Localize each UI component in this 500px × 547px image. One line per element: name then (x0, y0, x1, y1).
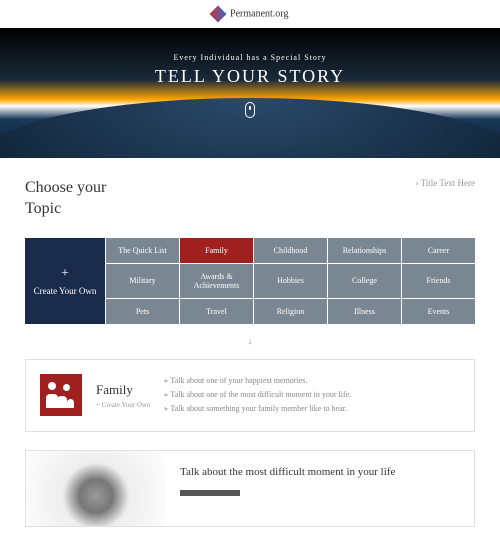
site-header: Permanent.org (0, 0, 500, 28)
create-your-own-button[interactable]: + Create Your Own (25, 238, 105, 324)
topic-travel[interactable]: Travel (180, 299, 253, 324)
topic-pets[interactable]: Pets (106, 299, 179, 324)
progress-bar (180, 490, 240, 496)
topic-friends[interactable]: Friends (402, 264, 475, 298)
topic-create-link[interactable]: + Create Your Own (96, 401, 151, 409)
main-content: Choose your Topic › Title Text Here + Cr… (0, 158, 500, 547)
topic-career[interactable]: Career (402, 238, 475, 263)
prompt-item[interactable]: Talk about one of the most difficult mom… (165, 388, 461, 402)
topic-family[interactable]: Family (180, 238, 253, 263)
topic-grid: + Create Your Own The Quick List Family … (25, 238, 475, 324)
topic-illness[interactable]: Illness (328, 299, 401, 324)
section-heading: Choose your Topic (25, 178, 106, 220)
topic-relationships[interactable]: Relationships (328, 238, 401, 263)
topic-military[interactable]: Military (106, 264, 179, 298)
hero-title: TELL YOUR STORY (0, 66, 500, 87)
topic-college[interactable]: College (328, 264, 401, 298)
brand-name[interactable]: Permanent.org (230, 8, 288, 19)
article-card[interactable]: Talk about the most difficult moment in … (25, 450, 475, 527)
topic-name: Family (96, 382, 151, 398)
family-icon (40, 374, 82, 416)
plus-icon: + (61, 266, 69, 282)
title-text-link[interactable]: › Title Text Here (416, 178, 475, 188)
topic-events[interactable]: Events (402, 299, 475, 324)
article-title: Talk about the most difficult moment in … (180, 465, 460, 480)
topic-quick-list[interactable]: The Quick List (106, 238, 179, 263)
hero-subtitle: Every Individual has a Special Story (0, 53, 500, 62)
brand-logo-icon (209, 6, 226, 23)
expand-arrow-icon[interactable]: ↓ (25, 336, 475, 347)
article-thumbnail (26, 451, 166, 526)
prompt-item[interactable]: Talk about one of your happiest memories… (165, 374, 461, 388)
topic-hobbies[interactable]: Hobbies (254, 264, 327, 298)
topic-childhood[interactable]: Childhood (254, 238, 327, 263)
prompt-item[interactable]: Talk about something your family member … (165, 402, 461, 416)
prompt-list: Talk about one of your happiest memories… (165, 374, 461, 417)
selected-topic-card: Family + Create Your Own Talk about one … (25, 359, 475, 432)
topic-religion[interactable]: Religion (254, 299, 327, 324)
topic-awards[interactable]: Awards & Achievements (180, 264, 253, 298)
scroll-indicator-icon[interactable] (245, 102, 255, 118)
hero-banner: Every Individual has a Special Story TEL… (0, 28, 500, 158)
